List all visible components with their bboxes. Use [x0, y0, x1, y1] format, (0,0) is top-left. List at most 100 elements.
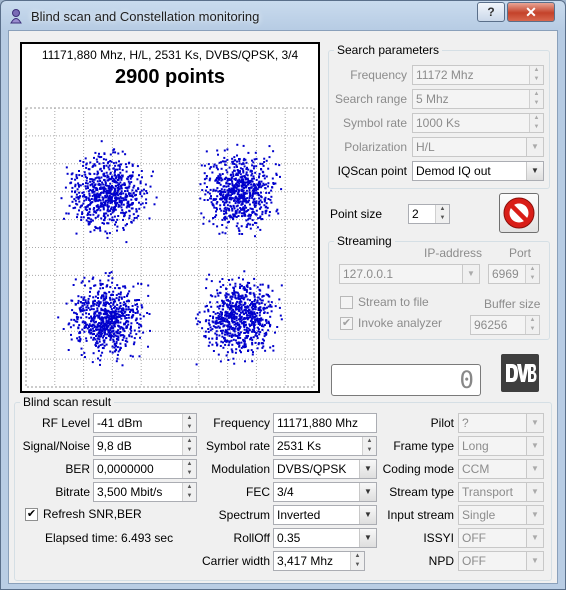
- modulation-label: Modulation: [211, 462, 270, 476]
- frame-type-select[interactable]: Long ▼: [458, 436, 544, 456]
- spinner-icon[interactable]: ▲ ▼: [182, 437, 196, 455]
- rolloff-label: RollOff: [233, 531, 270, 545]
- chevron-down-icon[interactable]: ▼: [462, 265, 479, 283]
- chevron-down-icon[interactable]: ▼: [526, 414, 543, 432]
- spinner-icon[interactable]: ▲ ▼: [435, 205, 449, 223]
- spinner-icon[interactable]: ▲ ▼: [362, 437, 376, 455]
- npd-select[interactable]: OFF ▼: [458, 551, 544, 571]
- app-icon: [10, 9, 22, 24]
- symbol-rate-result-value: 2531 Ks: [277, 439, 322, 453]
- rolloff-select[interactable]: 0.35 ▼: [273, 528, 377, 548]
- stream-type-select[interactable]: Transport ▼: [458, 482, 544, 502]
- symbol-rate-label: Symbol rate: [342, 116, 407, 130]
- coding-mode-value: CCM: [462, 462, 490, 476]
- chevron-down-icon[interactable]: ▼: [526, 460, 543, 478]
- spinner-icon[interactable]: ▲ ▼: [529, 90, 543, 108]
- iqscan-label: IQScan point: [337, 164, 407, 178]
- readout-value: 0: [459, 366, 474, 394]
- elapsed-time: Elapsed time: 6.493 sec: [45, 531, 174, 545]
- stream-type-label: Stream type: [389, 485, 454, 499]
- fec-value: 3/4: [277, 485, 294, 499]
- chevron-down-icon[interactable]: ▼: [526, 552, 543, 570]
- buffer-size-label: Buffer size: [484, 297, 541, 311]
- search-parameters-legend: Search parameters: [337, 43, 440, 57]
- invoke-analyzer-checkbox[interactable]: ✔: [340, 317, 353, 330]
- chevron-down-icon[interactable]: ▼: [526, 437, 543, 455]
- stream-type-value: Transport: [462, 485, 513, 499]
- point-size-input[interactable]: 2 ▲ ▼: [408, 204, 450, 224]
- bitrate-field[interactable]: 3,500 Mbit/s ▲ ▼: [93, 482, 197, 502]
- dvb-logo: [501, 354, 539, 392]
- stop-button[interactable]: [499, 193, 539, 233]
- search-range-label: Search range: [334, 92, 407, 106]
- port-header: Port: [509, 246, 532, 260]
- spinner-icon[interactable]: ▲ ▼: [529, 114, 543, 132]
- spinner-icon[interactable]: ▲ ▼: [182, 414, 196, 432]
- signal-noise-field[interactable]: 9,8 dB ▲ ▼: [93, 436, 197, 456]
- title-bar[interactable]: Blind scan and Constellation monitoring …: [1, 1, 565, 31]
- spinner-icon[interactable]: ▲ ▼: [525, 265, 539, 283]
- carrier-width-value: 3,417 Mhz: [277, 554, 334, 568]
- npd-label: NPD: [428, 554, 454, 568]
- carrier-width-field[interactable]: 3,417 Mhz ▲ ▼: [273, 551, 365, 571]
- spinner-icon[interactable]: ▲ ▼: [182, 483, 196, 501]
- buffer-size-input[interactable]: 96256 ▲ ▼: [470, 315, 540, 335]
- spectrum-label: Spectrum: [218, 508, 270, 522]
- chevron-down-icon[interactable]: ▼: [359, 460, 376, 478]
- chevron-down-icon[interactable]: ▼: [526, 138, 543, 156]
- search-symbol-rate-input[interactable]: 1000 Ks ▲ ▼: [412, 113, 544, 133]
- rolloff-value: 0.35: [277, 531, 301, 545]
- stop-icon: [503, 197, 535, 229]
- fec-select[interactable]: 3/4 ▼: [273, 482, 377, 502]
- ip-address-header: IP-address: [424, 246, 483, 260]
- symbol-rate-result-label: Symbol rate: [205, 439, 270, 453]
- chevron-down-icon[interactable]: ▼: [526, 162, 543, 180]
- spinner-icon[interactable]: ▲ ▼: [182, 460, 196, 478]
- pilot-select[interactable]: ? ▼: [458, 413, 544, 433]
- frequency-result-field[interactable]: 11171,880 Mhz: [273, 413, 377, 433]
- modulation-select[interactable]: DVBS/QPSK ▼: [273, 459, 377, 479]
- search-range-input[interactable]: 5 Mhz ▲ ▼: [412, 89, 544, 109]
- chevron-down-icon[interactable]: ▼: [526, 506, 543, 524]
- spectrum-value: Inverted: [277, 508, 321, 522]
- polarization-label: Polarization: [344, 140, 407, 154]
- ber-field[interactable]: 0,0000000 ▲ ▼: [93, 459, 197, 479]
- ip-address-select[interactable]: 127.0.0.1 ▼: [339, 264, 480, 284]
- port-input[interactable]: 6969 ▲ ▼: [488, 264, 540, 284]
- stream-to-file-checkbox[interactable]: [340, 296, 353, 309]
- close-button[interactable]: ✕: [507, 2, 555, 22]
- invoke-analyzer-label: Invoke analyzer: [358, 316, 443, 330]
- stream-to-file-label: Stream to file: [358, 295, 429, 309]
- constellation-display: 11171,880 Mhz, H/L, 2531 Ks, DVBS/QPSK, …: [20, 42, 320, 393]
- polarization-value: H/L: [416, 140, 435, 154]
- spinner-icon[interactable]: ▲ ▼: [529, 66, 543, 84]
- chevron-down-icon[interactable]: ▼: [359, 483, 376, 501]
- spectrum-select[interactable]: Inverted ▼: [273, 505, 377, 525]
- frequency-label: Frequency: [350, 68, 407, 82]
- issyi-label: ISSYI: [423, 531, 454, 545]
- spinner-icon[interactable]: ▲ ▼: [350, 552, 364, 570]
- coding-mode-select[interactable]: CCM ▼: [458, 459, 544, 479]
- chevron-down-icon[interactable]: ▼: [526, 483, 543, 501]
- rf-level-field[interactable]: -41 dBm ▲ ▼: [93, 413, 197, 433]
- polarization-select[interactable]: H/L ▼: [412, 137, 544, 157]
- input-stream-select[interactable]: Single ▼: [458, 505, 544, 525]
- symbol-rate-result-field[interactable]: 2531 Ks ▲ ▼: [273, 436, 377, 456]
- chevron-down-icon[interactable]: ▼: [526, 529, 543, 547]
- iqscan-value: Demod IQ out: [416, 164, 491, 178]
- refresh-snr-ber-checkbox[interactable]: ✔: [25, 508, 38, 521]
- carrier-width-label: Carrier width: [201, 554, 270, 568]
- help-button[interactable]: ?: [477, 2, 505, 22]
- spinner-icon[interactable]: ▲ ▼: [525, 316, 539, 334]
- search-frequency-input[interactable]: 11172 Mhz ▲ ▼: [412, 65, 544, 85]
- point-size-label: Point size: [330, 207, 383, 221]
- chevron-down-icon[interactable]: ▼: [359, 529, 376, 547]
- chevron-down-icon[interactable]: ▼: [359, 506, 376, 524]
- issyi-value: OFF: [462, 531, 486, 545]
- pilot-label: Pilot: [430, 416, 454, 430]
- ber-label: BER: [65, 462, 90, 476]
- iqscan-point-select[interactable]: Demod IQ out ▼: [412, 161, 544, 181]
- bitrate-value: 3,500 Mbit/s: [97, 485, 163, 499]
- search-range-value: 5 Mhz: [416, 92, 449, 106]
- issyi-select[interactable]: OFF ▼: [458, 528, 544, 548]
